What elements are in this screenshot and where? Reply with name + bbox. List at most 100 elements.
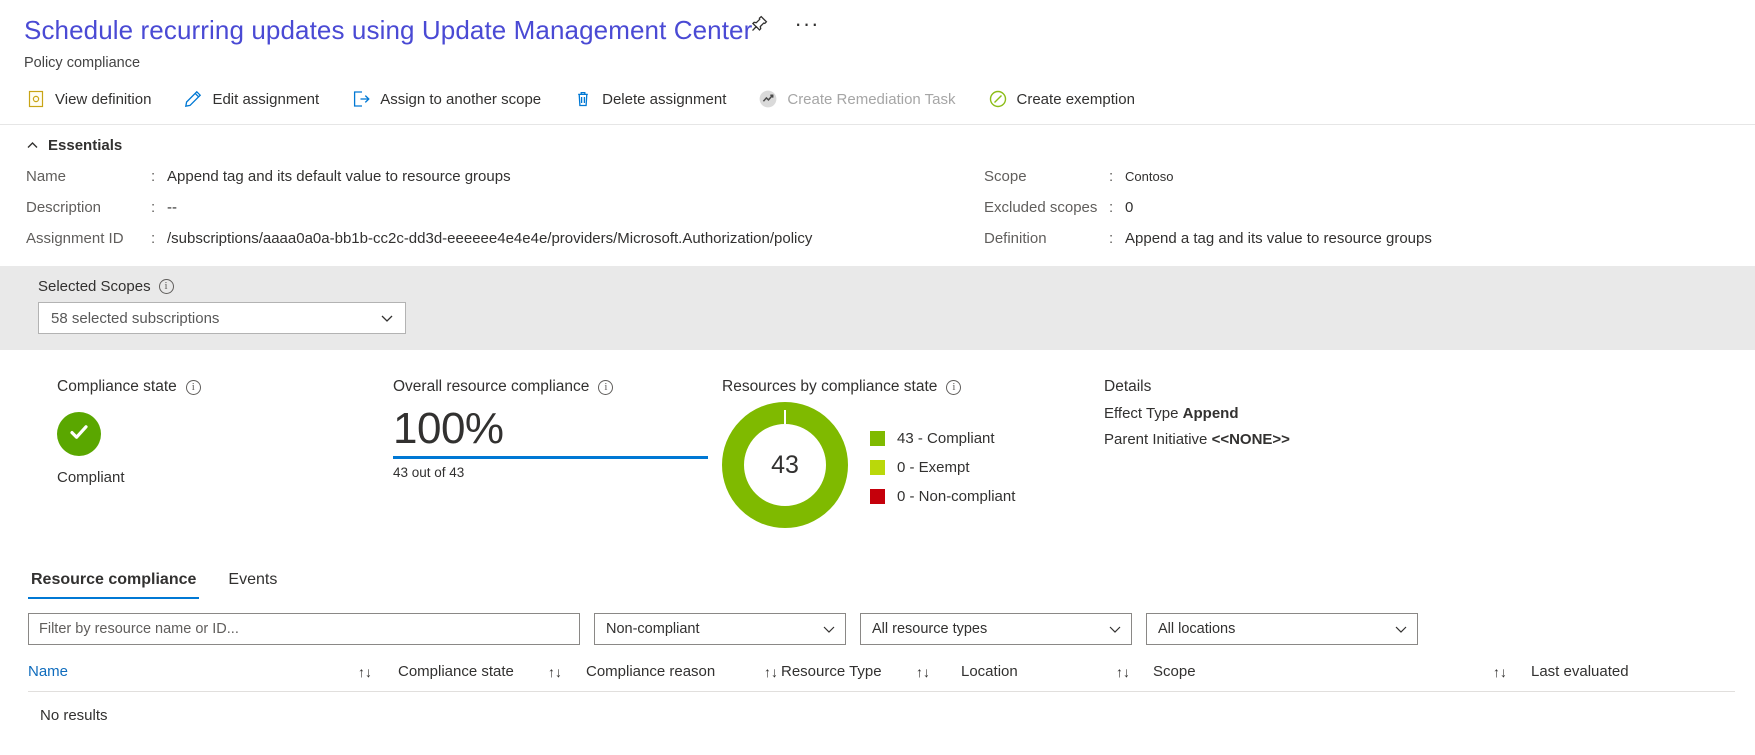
- chevron-down-icon: [821, 621, 837, 637]
- document-icon: [26, 89, 46, 109]
- compliance-state-badge: [57, 412, 101, 456]
- sort-icon-resource-type[interactable]: ↑↓: [916, 664, 961, 680]
- pin-icon[interactable]: [745, 10, 773, 38]
- details-list: Effect Type Append Parent Initiative <<N…: [1104, 405, 1290, 457]
- sort-icon-compliance-state[interactable]: ↑↓: [548, 664, 586, 680]
- essentials-description-label: Description: [26, 199, 151, 216]
- essentials-name-colon: :: [151, 168, 167, 185]
- column-header-location[interactable]: Location: [961, 663, 1116, 680]
- search-placeholder: Filter by resource name or ID...: [39, 621, 239, 637]
- essentials-name-label: Name: [26, 168, 151, 185]
- page-title: Schedule recurring updates using Update …: [24, 14, 752, 46]
- chevron-down-icon: [379, 310, 395, 326]
- page-subtitle: Policy compliance: [24, 54, 1755, 72]
- essentials-row-definition: Definition : Append a tag and its value …: [984, 230, 1684, 261]
- selected-scopes-dropdown[interactable]: 58 selected subscriptions: [38, 302, 406, 334]
- essentials-row-excluded-scopes: Excluded scopes : 0: [984, 199, 1684, 230]
- essentials-toggle[interactable]: Essentials: [26, 137, 156, 154]
- sort-icon-location[interactable]: ↑↓: [1116, 664, 1153, 680]
- info-icon[interactable]: i: [598, 380, 613, 395]
- sort-icon-compliance-reason[interactable]: ↑↓: [764, 664, 781, 680]
- command-bar: View definition Edit assignment Assign t…: [0, 72, 1755, 125]
- essentials-assignment-id-value: /subscriptions/aaaa0a0a-bb1b-cc2c-dd3d-e…: [167, 230, 812, 247]
- ellipsis-icon[interactable]: ···: [793, 10, 821, 38]
- column-header-scope[interactable]: Scope: [1153, 663, 1493, 680]
- assign-to-another-scope-button[interactable]: Assign to another scope: [351, 86, 555, 112]
- legend-item-non-compliant: 0 - Non-compliant: [870, 482, 1015, 511]
- tab-events[interactable]: Events: [225, 571, 280, 599]
- essentials-grid: Name : Append tag and its default value …: [26, 168, 1755, 260]
- create-exemption-label: Create exemption: [1017, 91, 1135, 108]
- essentials-row-name: Name : Append tag and its default value …: [26, 168, 926, 199]
- delete-assignment-button[interactable]: Delete assignment: [573, 86, 740, 112]
- legend-item-exempt: 0 - Exempt: [870, 453, 1015, 482]
- summary-cards: Compliance state i Compliant Overall res…: [0, 350, 1755, 565]
- filter-bar: Filter by resource name or ID... Non-com…: [0, 599, 1755, 645]
- column-header-last-evaluated[interactable]: Last evaluated: [1531, 663, 1701, 680]
- overall-compliance-title: Overall resource compliance: [393, 378, 589, 396]
- legend-swatch-compliant: [870, 431, 885, 446]
- compliance-state-value: Compliant: [57, 469, 201, 486]
- edit-assignment-button[interactable]: Edit assignment: [183, 86, 333, 112]
- column-header-resource-type[interactable]: Resource Type: [781, 663, 916, 680]
- page-header: Schedule recurring updates using Update …: [0, 0, 1755, 72]
- column-header-compliance-reason[interactable]: Compliance reason: [586, 663, 764, 680]
- resource-type-filter[interactable]: All resource types: [860, 613, 1132, 645]
- details-row-effect-type: Effect Type Append: [1104, 405, 1290, 431]
- resources-by-compliance-state-card: Resources by compliance state i 43 43 - …: [722, 378, 1015, 528]
- chevron-down-icon: [1393, 621, 1409, 637]
- overall-compliance-card: Overall resource compliance i 100% 43 ou…: [393, 378, 708, 480]
- assign-to-another-scope-label: Assign to another scope: [380, 91, 541, 108]
- details-card: Details Effect Type Append Parent Initia…: [1104, 378, 1290, 457]
- create-exemption-button[interactable]: Create exemption: [988, 86, 1149, 112]
- legend-item-compliant: 43 - Compliant: [870, 424, 1015, 453]
- info-icon[interactable]: i: [946, 380, 961, 395]
- trash-icon: [573, 89, 593, 109]
- pencil-icon: [183, 89, 203, 109]
- details-row-parent-initiative: Parent Initiative <<NONE>>: [1104, 431, 1290, 457]
- column-header-compliance-state[interactable]: Compliance state: [398, 663, 548, 680]
- sort-icon-name[interactable]: ↑↓: [358, 664, 398, 680]
- essentials-row-scope: Scope : Contoso: [984, 168, 1684, 199]
- essentials-excluded-scopes-label: Excluded scopes: [984, 199, 1109, 216]
- delete-assignment-label: Delete assignment: [602, 91, 726, 108]
- essentials-description-value: --: [167, 199, 177, 216]
- location-filter[interactable]: All locations: [1146, 613, 1418, 645]
- compliance-state-filter[interactable]: Non-compliant: [594, 613, 846, 645]
- resource-compliance-table: Name ↑↓ Compliance state ↑↓ Compliance r…: [0, 663, 1755, 724]
- sort-icon-scope[interactable]: ↑↓: [1493, 664, 1531, 680]
- compliance-state-card: Compliance state i Compliant: [57, 378, 201, 486]
- chevron-up-icon: [26, 139, 39, 152]
- essentials-excluded-scopes-colon: :: [1109, 199, 1125, 216]
- overall-compliance-title-row: Overall resource compliance i: [393, 378, 708, 396]
- details-effect-type-value: Append: [1183, 405, 1239, 422]
- create-remediation-task-button[interactable]: Create Remediation Task: [758, 86, 969, 112]
- slash-circle-icon: [988, 89, 1008, 109]
- tab-resource-compliance[interactable]: Resource compliance: [28, 571, 199, 599]
- essentials-assignment-id-label: Assignment ID: [26, 230, 151, 247]
- chart-line-icon: [758, 89, 778, 109]
- essentials-assignment-id-colon: :: [151, 230, 167, 247]
- chevron-down-icon: [1107, 621, 1123, 637]
- info-icon[interactable]: i: [159, 279, 174, 294]
- essentials-row-description: Description : --: [26, 199, 926, 230]
- compliance-donut-chart[interactable]: 43: [722, 402, 848, 528]
- tab-resource-compliance-label: Resource compliance: [31, 571, 196, 588]
- view-definition-button[interactable]: View definition: [26, 86, 165, 112]
- ellipsis-glyph: ···: [795, 19, 820, 29]
- essentials-label: Essentials: [48, 137, 122, 154]
- tab-events-label: Events: [228, 571, 277, 588]
- essentials-definition-colon: :: [1109, 230, 1125, 247]
- details-parent-initiative-value: <<NONE>>: [1212, 431, 1290, 448]
- search-input[interactable]: Filter by resource name or ID...: [28, 613, 580, 645]
- essentials-scope-colon: :: [1109, 168, 1125, 185]
- resource-type-filter-value: All resource types: [872, 621, 987, 637]
- essentials-section: Essentials Name : Append tag and its def…: [0, 125, 1755, 260]
- info-icon[interactable]: i: [186, 380, 201, 395]
- title-actions: ···: [745, 10, 821, 38]
- compliance-state-title-row: Compliance state i: [57, 378, 201, 396]
- export-icon: [351, 89, 371, 109]
- details-parent-initiative-label: Parent Initiative: [1104, 431, 1207, 448]
- column-header-name[interactable]: Name: [28, 663, 358, 680]
- legend-label-non-compliant: 0 - Non-compliant: [897, 488, 1015, 505]
